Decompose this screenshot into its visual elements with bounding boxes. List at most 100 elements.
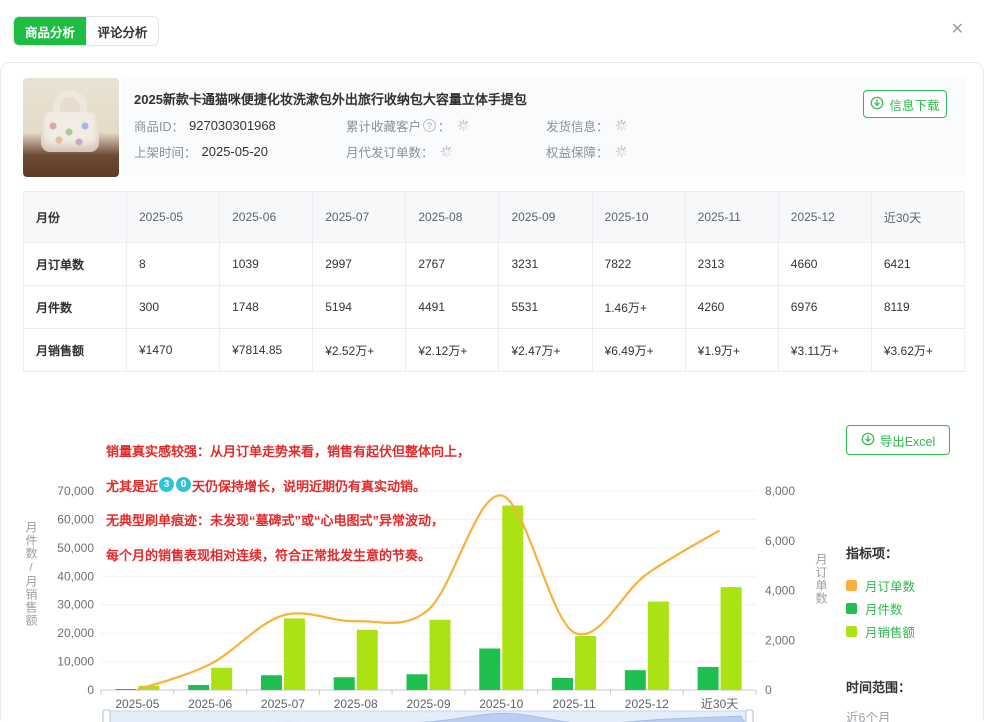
- bag-pattern: [45, 118, 95, 148]
- export-excel-button[interactable]: 导出Excel: [846, 425, 950, 455]
- trend-chart-section: 销量真实感较强：从月订单走势来看，销售有起伏但整体向上，尤其是近30天仍保持增长…: [1, 443, 986, 722]
- analysis-annotations: 销量真实感较强：从月订单走势来看，销售有起伏但整体向上，尤其是近30天仍保持增长…: [106, 441, 686, 579]
- shipping-info-field: 发货信息：: [546, 116, 628, 135]
- svg-text:2025-12: 2025-12: [625, 697, 669, 711]
- annotation-line: 每个月的销售表现相对连续，符合正常批发生意的节奏。: [106, 545, 686, 580]
- table-cell: 4660: [778, 243, 871, 286]
- svg-text:70,000: 70,000: [57, 484, 94, 498]
- table-month-header: 2025-06: [220, 192, 313, 243]
- legend-swatch: [846, 580, 857, 591]
- tab-review-analysis[interactable]: 评论分析: [86, 17, 158, 45]
- help-icon[interactable]: ?: [423, 119, 436, 132]
- table-cell: 1.46万+: [592, 286, 685, 329]
- time-range-title: 时间范围：: [846, 677, 976, 696]
- legend-item-月订单数[interactable]: 月订单数: [846, 574, 976, 597]
- table-cell: 6421: [871, 243, 964, 286]
- table-cell: ¥3.62万+: [871, 329, 964, 372]
- table-cell: ¥2.12万+: [406, 329, 499, 372]
- table-row: 月订单数810392997276732317822231346606421: [24, 243, 965, 286]
- svg-text:8,000: 8,000: [765, 484, 795, 498]
- table-cell: ¥7814.85: [220, 329, 313, 372]
- table-head: 月份2025-052025-062025-072025-082025-09202…: [24, 192, 965, 243]
- table-cell: 1039: [220, 243, 313, 286]
- range-6-months[interactable]: 近6个月: [846, 707, 976, 722]
- svg-text:6,000: 6,000: [765, 534, 795, 548]
- legend: 月订单数月件数月销售额: [846, 574, 976, 643]
- table-month-header: 2025-10: [592, 192, 685, 243]
- table-month-header: 2025-07: [313, 192, 406, 243]
- close-icon[interactable]: ✕: [951, 22, 964, 38]
- table-corner-cell: 月份: [24, 192, 127, 243]
- annotation-text: 销量真实感较强：从月订单走势来看，销售有起伏但整体向上，: [106, 441, 470, 460]
- table-cell: 4260: [685, 286, 778, 329]
- svg-text:近30天: 近30天: [701, 697, 738, 711]
- table-cell: 7822: [592, 243, 685, 286]
- table-cell: ¥2.47万+: [499, 329, 592, 372]
- loading-spinner: [615, 119, 628, 132]
- annotation-line: 无典型刷单痕迹：未发现“墓碑式”或“心电图式”异常波动，: [106, 510, 686, 545]
- bar-series-月件数: [115, 648, 718, 690]
- table-cell: 5194: [313, 286, 406, 329]
- annotation-text: 尤其是近: [106, 476, 158, 495]
- svg-text:0: 0: [765, 683, 772, 697]
- table-row-label: 月销售额: [24, 329, 127, 372]
- table-cell: 5531: [499, 286, 592, 329]
- table-row-label: 月件数: [24, 286, 127, 329]
- rights-field: 权益保障：: [546, 142, 628, 161]
- digit-badge: 0: [176, 477, 191, 492]
- table-row: 月销售额¥1470¥7814.85¥2.52万+¥2.12万+¥2.47万+¥6…: [24, 329, 965, 372]
- product-id-label: 商品ID：: [134, 116, 184, 135]
- listing-date-field: 上架时间： 2025-05-20: [134, 142, 268, 161]
- listing-date-value: 2025-05-20: [202, 144, 269, 159]
- monthly-dropship-field: 月代发订单数：: [346, 142, 453, 161]
- table-month-header: 2025-11: [685, 192, 778, 243]
- legend-swatch: [846, 626, 857, 637]
- table-month-header: 2025-08: [406, 192, 499, 243]
- datazoom-grip[interactable]: ⋯: [423, 710, 432, 720]
- fav-customers-field: 累计收藏客户 ? ：: [346, 116, 470, 135]
- table-cell: 8119: [871, 286, 964, 329]
- download-icon: [861, 432, 875, 449]
- legend-swatch: [846, 603, 857, 614]
- table-cell: 6976: [778, 286, 871, 329]
- svg-text:10,000: 10,000: [57, 655, 94, 669]
- monthly-data-table: 月份2025-052025-062025-072025-082025-09202…: [23, 191, 965, 372]
- svg-text:2025-10: 2025-10: [479, 697, 523, 711]
- table-cell: ¥3.11万+: [778, 329, 871, 372]
- product-title: 2025新款卡通猫咪便捷化妆洗漱包外出旅行收纳包大容量立体手提包: [134, 89, 527, 108]
- datazoom-slider[interactable]: ⋯: [103, 710, 753, 722]
- info-download-button[interactable]: 信息下载: [863, 90, 947, 118]
- table-row-label: 月订单数: [24, 243, 127, 286]
- svg-text:2025-06: 2025-06: [188, 697, 232, 711]
- product-id-field: 商品ID： 927030301968: [134, 116, 276, 135]
- svg-text:60,000: 60,000: [57, 512, 94, 526]
- monthly-dropship-label: 月代发订单数：: [346, 142, 434, 161]
- datazoom-handle[interactable]: [746, 710, 753, 722]
- legend-item-月件数[interactable]: 月件数: [846, 597, 976, 620]
- metrics-title: 指标项：: [846, 543, 976, 562]
- table-cell: 3231: [499, 243, 592, 286]
- annotation-line: 销量真实感较强：从月订单走势来看，销售有起伏但整体向上，: [106, 441, 686, 476]
- annotation-text: 天仍保持增长，说明近期仍有真实动销。: [192, 476, 426, 495]
- svg-text:30,000: 30,000: [57, 598, 94, 612]
- legend-label: 月销售额: [865, 622, 915, 641]
- svg-text:2025-07: 2025-07: [261, 697, 305, 711]
- table-cell: 300: [127, 286, 220, 329]
- table-cell: 8: [127, 243, 220, 286]
- legend-item-月销售额[interactable]: 月销售额: [846, 620, 976, 643]
- annotation-text: 每个月的销售表现相对连续，符合正常批发生意的节奏。: [106, 545, 431, 564]
- svg-text:20,000: 20,000: [57, 626, 94, 640]
- svg-text:2025-05: 2025-05: [115, 697, 159, 711]
- rights-label: 权益保障：: [546, 142, 609, 161]
- tab-product-analysis[interactable]: 商品分析: [14, 17, 86, 45]
- table-month-header: 2025-09: [499, 192, 592, 243]
- datazoom-handle[interactable]: [103, 710, 110, 722]
- table-cell: 2313: [685, 243, 778, 286]
- download-icon: [870, 96, 884, 113]
- chart-side-panel: 指标项： 月订单数月件数月销售额 时间范围： 近6个月 近12个月: [846, 543, 976, 722]
- table-month-header: 2025-05: [127, 192, 220, 243]
- legend-label: 月订单数: [865, 576, 915, 595]
- svg-text:2,000: 2,000: [765, 633, 795, 647]
- table-month-header: 2025-12: [778, 192, 871, 243]
- table-cell: ¥2.52万+: [313, 329, 406, 372]
